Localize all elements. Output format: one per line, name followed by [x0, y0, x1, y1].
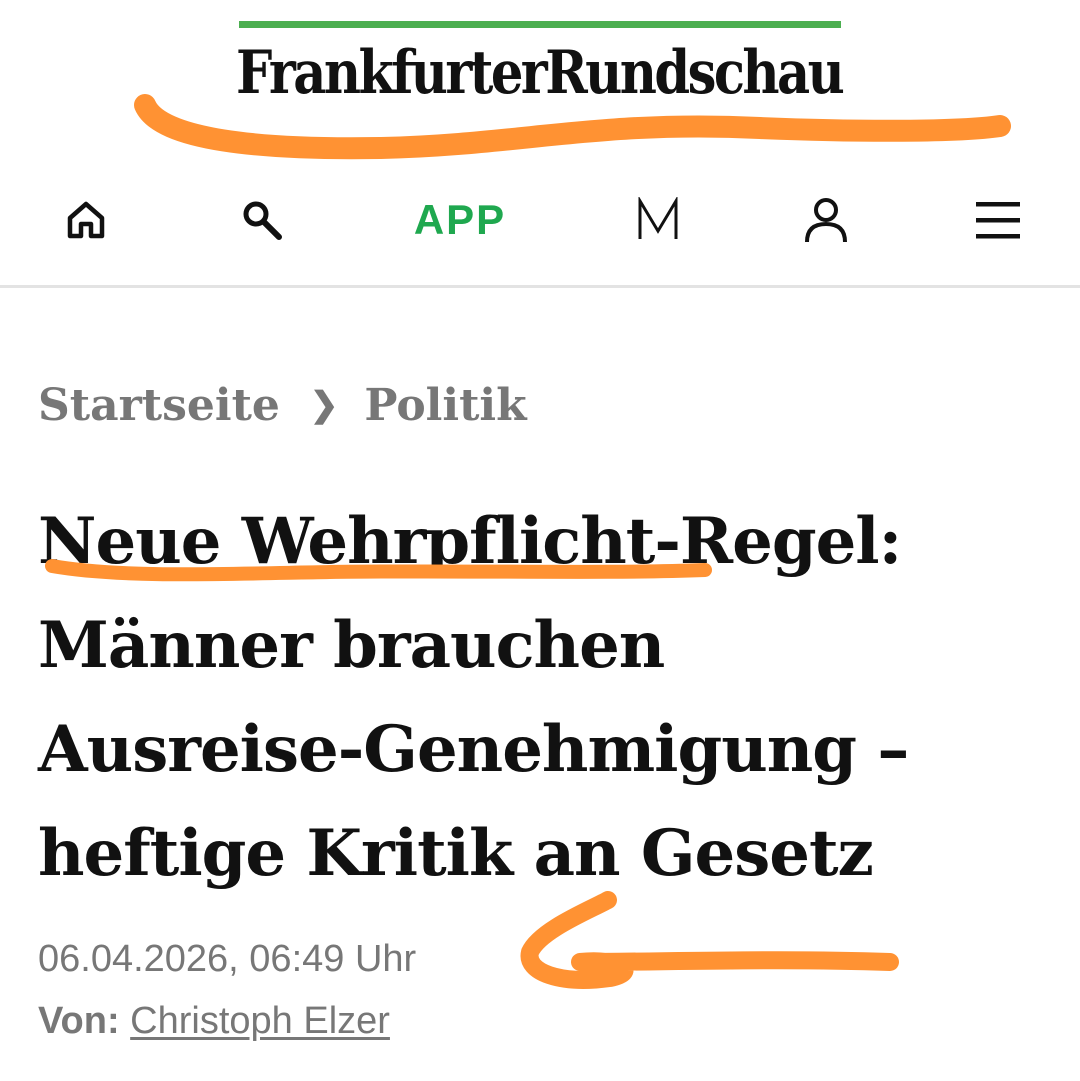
article-headline: Neue Wehrpflicht-Regel: Männer brauchen … [38, 490, 1048, 906]
headline-line: Männer brauchen [38, 608, 665, 683]
breadcrumb-section[interactable]: Politik [364, 380, 526, 431]
nav-home[interactable] [46, 170, 126, 270]
nav-app[interactable]: APP [390, 170, 530, 270]
author-link[interactable]: Christoph Elzer [130, 1000, 390, 1042]
menu-icon [976, 202, 1020, 239]
headline-line: heftige Kritik an Gesetz [38, 816, 874, 891]
m-logo-icon [638, 197, 678, 239]
top-navigation: APP [0, 170, 1080, 288]
nav-account[interactable] [786, 170, 866, 270]
byline: Von: Christoph Elzer [38, 1000, 390, 1043]
breadcrumb: Startseite ❯ Politik [38, 380, 527, 431]
breadcrumb-home[interactable]: Startseite [38, 380, 280, 431]
app-link-label: APP [413, 196, 507, 243]
search-icon [243, 201, 282, 240]
headline-line: Ausreise-Genehmigung – [38, 712, 909, 787]
brand-accent-bar [239, 21, 841, 28]
nav-m-logo[interactable] [618, 170, 698, 270]
user-icon [805, 198, 847, 243]
home-icon [67, 201, 105, 239]
breadcrumb-separator-icon: ❯ [309, 385, 339, 425]
arrow-scribble [520, 891, 899, 989]
headline-line: Neue Wehrpflicht-Regel: [38, 504, 902, 579]
nav-search[interactable] [222, 170, 302, 270]
site-logo[interactable]: FrankfurterRundschau [236, 38, 845, 108]
byline-label: Von: [38, 1000, 120, 1042]
nav-menu[interactable] [958, 170, 1038, 270]
publish-date: 06.04.2026, 06:49 Uhr [38, 938, 417, 980]
masthead: FrankfurterRundschau [0, 0, 1080, 170]
